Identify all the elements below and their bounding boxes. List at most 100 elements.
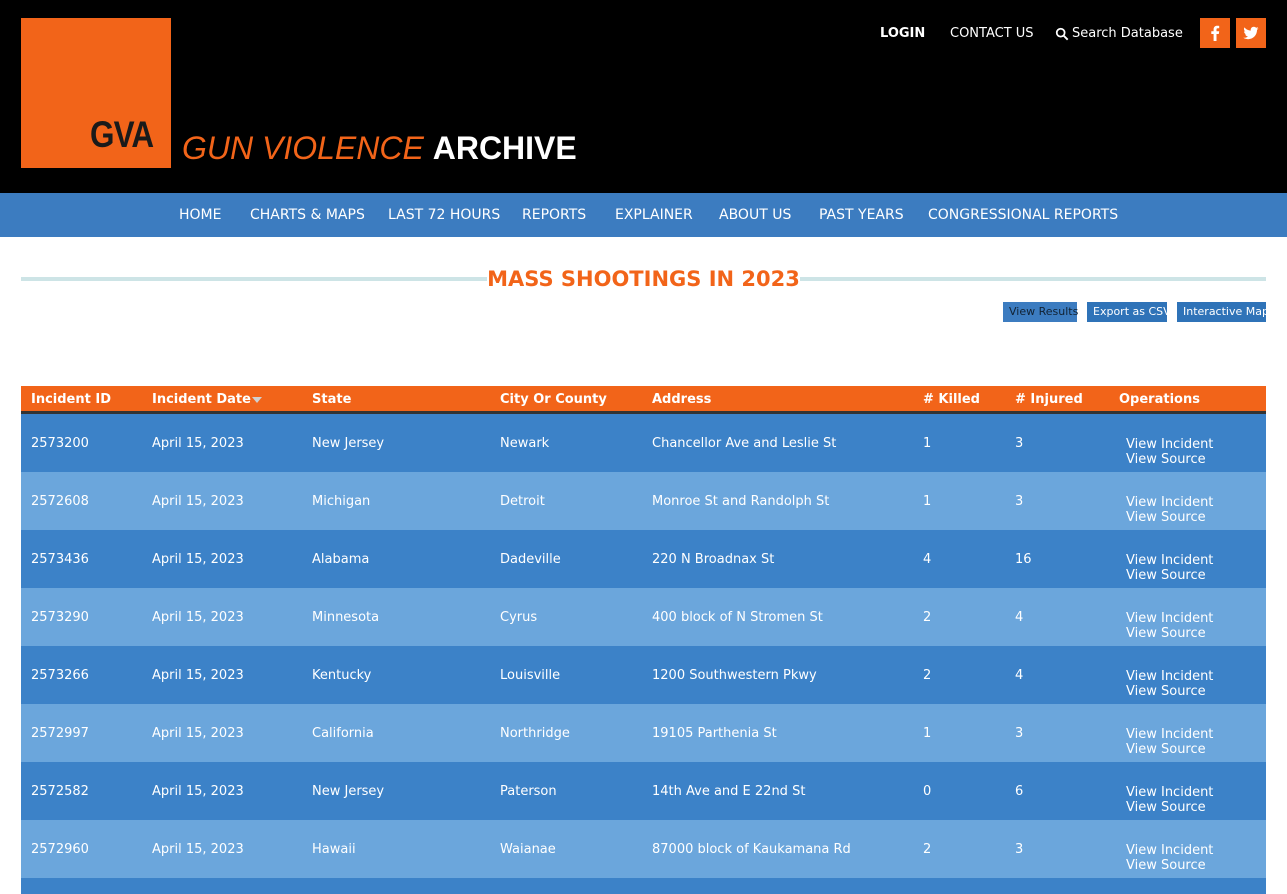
contact-us-link[interactable]: CONTACT US bbox=[950, 26, 1034, 41]
view-incident-link[interactable]: View Incident bbox=[1126, 727, 1213, 742]
facebook-button[interactable] bbox=[1200, 18, 1230, 48]
site-title-part1: GUN VIOLENCE bbox=[182, 130, 424, 166]
view-source-link[interactable]: View Source bbox=[1126, 800, 1206, 815]
nav-charts-maps[interactable]: CHARTS & MAPS bbox=[250, 207, 365, 223]
cell-incident-id: 2573200 bbox=[31, 436, 89, 451]
cell-incident-date: April 15, 2023 bbox=[152, 726, 244, 741]
view-incident-link[interactable]: View Incident bbox=[1126, 553, 1213, 568]
table-row-partial bbox=[21, 878, 1266, 894]
main-nav: HOME CHARTS & MAPS LAST 72 HOURS REPORTS… bbox=[0, 193, 1287, 237]
cell-city: Detroit bbox=[500, 494, 545, 509]
view-source-link[interactable]: View Source bbox=[1126, 684, 1206, 699]
cell-city: Newark bbox=[500, 436, 550, 451]
cell-city: Paterson bbox=[500, 784, 557, 799]
cell-incident-date: April 15, 2023 bbox=[152, 668, 244, 683]
view-incident-link[interactable]: View Incident bbox=[1126, 437, 1213, 452]
cell-injured: 3 bbox=[1015, 842, 1024, 857]
view-source-link[interactable]: View Source bbox=[1126, 510, 1206, 525]
cell-incident-date: April 15, 2023 bbox=[152, 494, 244, 509]
table-row: 2573436 April 15, 2023 Alabama Dadeville… bbox=[21, 530, 1266, 588]
cell-incident-date: April 15, 2023 bbox=[152, 436, 244, 451]
twitter-button[interactable] bbox=[1236, 18, 1266, 48]
nav-explainer[interactable]: EXPLAINER bbox=[615, 207, 693, 223]
cell-city: Cyrus bbox=[500, 610, 538, 625]
nav-reports[interactable]: REPORTS bbox=[522, 207, 586, 223]
cell-address: 400 block of N Stromen St bbox=[652, 610, 823, 625]
table-row: 2573200 April 15, 2023 New Jersey Newark… bbox=[21, 414, 1266, 472]
search-database-link[interactable]: Search Database bbox=[1055, 26, 1183, 41]
title-divider-left bbox=[21, 277, 487, 281]
site-title[interactable]: GUN VIOLENCE ARCHIVE bbox=[182, 130, 577, 167]
cell-incident-id: 2573266 bbox=[31, 668, 89, 683]
login-link[interactable]: LOGIN bbox=[880, 26, 925, 41]
cell-killed: 2 bbox=[923, 668, 932, 683]
view-incident-link[interactable]: View Incident bbox=[1126, 669, 1213, 684]
cell-address: Chancellor Ave and Leslie St bbox=[652, 436, 837, 451]
cell-killed: 2 bbox=[923, 842, 932, 857]
nav-congressional-reports[interactable]: CONGRESSIONAL REPORTS bbox=[928, 207, 1118, 223]
cell-killed: 1 bbox=[923, 436, 932, 451]
logo-text: GVA bbox=[90, 114, 154, 155]
header-city-or-county[interactable]: City Or County bbox=[500, 392, 607, 407]
cell-city: Waianae bbox=[500, 842, 556, 857]
cell-incident-date: April 15, 2023 bbox=[152, 842, 244, 857]
nav-last-72-hours[interactable]: LAST 72 HOURS bbox=[388, 207, 500, 223]
view-incident-link[interactable]: View Incident bbox=[1126, 611, 1213, 626]
table-row: 2573290 April 15, 2023 Minnesota Cyrus 4… bbox=[21, 588, 1266, 646]
cell-injured: 16 bbox=[1015, 552, 1032, 567]
cell-address: 87000 block of Kaukamana Rd bbox=[652, 842, 851, 857]
view-source-link[interactable]: View Source bbox=[1126, 742, 1206, 757]
view-incident-link[interactable]: View Incident bbox=[1126, 495, 1213, 510]
cell-incident-id: 2573290 bbox=[31, 610, 89, 625]
cell-injured: 4 bbox=[1015, 668, 1024, 683]
header-incident-id[interactable]: Incident ID bbox=[31, 392, 111, 407]
cell-incident-date: April 15, 2023 bbox=[152, 784, 244, 799]
header-incident-date-label: Incident Date bbox=[152, 392, 251, 407]
view-results-button[interactable]: View Results bbox=[1003, 302, 1078, 322]
cell-incident-date: April 15, 2023 bbox=[152, 552, 244, 567]
interactive-map-button[interactable]: Interactive Map bbox=[1177, 302, 1269, 322]
cell-injured: 4 bbox=[1015, 610, 1024, 625]
table-row: 2572960 April 15, 2023 Hawaii Waianae 87… bbox=[21, 820, 1266, 878]
cell-state: Kentucky bbox=[312, 668, 372, 683]
twitter-icon bbox=[1243, 26, 1259, 40]
view-source-link[interactable]: View Source bbox=[1126, 858, 1206, 873]
view-incident-link[interactable]: View Incident bbox=[1126, 843, 1213, 858]
header-state[interactable]: State bbox=[312, 392, 351, 407]
cell-injured: 3 bbox=[1015, 494, 1024, 509]
header-incident-date[interactable]: Incident Date bbox=[152, 392, 262, 407]
cell-state: New Jersey bbox=[312, 436, 385, 451]
cell-state: New Jersey bbox=[312, 784, 385, 799]
cell-address: 14th Ave and E 22nd St bbox=[652, 784, 806, 799]
header-killed[interactable]: # Killed bbox=[923, 392, 980, 407]
cell-injured: 3 bbox=[1015, 726, 1024, 741]
cell-incident-id: 2572582 bbox=[31, 784, 89, 799]
view-source-link[interactable]: View Source bbox=[1126, 568, 1206, 583]
view-incident-link[interactable]: View Incident bbox=[1126, 785, 1213, 800]
header-injured[interactable]: # Injured bbox=[1015, 392, 1083, 407]
header-address[interactable]: Address bbox=[652, 392, 711, 407]
cell-incident-id: 2572960 bbox=[31, 842, 89, 857]
facebook-icon bbox=[1211, 25, 1220, 41]
export-csv-button[interactable]: Export as CSV bbox=[1087, 302, 1171, 322]
nav-past-years[interactable]: PAST YEARS bbox=[819, 207, 904, 223]
cell-city: Louisville bbox=[500, 668, 561, 683]
nav-about-us[interactable]: ABOUT US bbox=[719, 207, 791, 223]
nav-home[interactable]: HOME bbox=[179, 207, 221, 223]
table-row: 2572997 April 15, 2023 California Northr… bbox=[21, 704, 1266, 762]
cell-state: Michigan bbox=[312, 494, 371, 509]
view-source-link[interactable]: View Source bbox=[1126, 452, 1206, 467]
view-source-link[interactable]: View Source bbox=[1126, 626, 1206, 641]
cell-injured: 6 bbox=[1015, 784, 1024, 799]
cell-incident-id: 2572997 bbox=[31, 726, 89, 741]
cell-killed: 0 bbox=[923, 784, 932, 799]
gva-logo[interactable]: GVA bbox=[21, 18, 171, 168]
site-title-part2: ARCHIVE bbox=[432, 130, 577, 166]
table-header: Incident ID Incident Date State City Or … bbox=[21, 386, 1266, 414]
cell-city: Dadeville bbox=[500, 552, 561, 567]
cell-state: Hawaii bbox=[312, 842, 356, 857]
table-body: 2573200 April 15, 2023 New Jersey Newark… bbox=[21, 414, 1266, 894]
cell-state: Alabama bbox=[312, 552, 370, 567]
search-database-label: Search Database bbox=[1072, 26, 1183, 41]
page-title: MASS SHOOTINGS IN 2023 bbox=[487, 267, 800, 291]
